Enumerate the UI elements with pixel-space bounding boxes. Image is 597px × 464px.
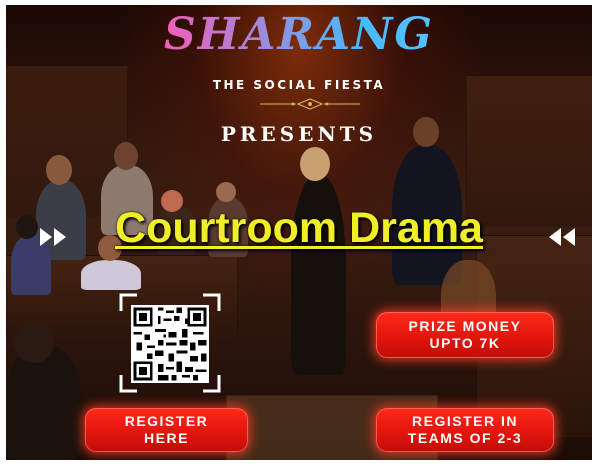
prize-line-2: UPTO 7K (429, 335, 501, 351)
register-line-1: REGISTER (124, 413, 209, 429)
tagline: THE SOCIAL FIESTA (212, 78, 386, 92)
event-title: Courtroom Drama (115, 204, 483, 252)
register-teams-button[interactable]: REGISTER IN TEAMS OF 2-3 (376, 408, 554, 452)
teams-line-1: REGISTER IN (412, 413, 518, 429)
teams-line-2: TEAMS OF 2-3 (407, 430, 523, 446)
qr-code-icon[interactable] (131, 305, 209, 383)
event-poster: SHARANG THE SOCIAL FIESTA PRESENTS Court… (6, 5, 592, 460)
sharang-logo: SHARANG (6, 9, 592, 60)
register-here-button[interactable]: REGISTER HERE (85, 408, 248, 452)
ornament-divider (260, 98, 360, 110)
register-line-2: HERE (144, 430, 189, 446)
prize-money-button: PRIZE MONEY UPTO 7K (376, 312, 554, 358)
double-chevron-left-icon (549, 228, 575, 246)
prize-line-1: PRIZE MONEY (408, 318, 522, 334)
presents-heading: PRESENTS (220, 122, 378, 146)
